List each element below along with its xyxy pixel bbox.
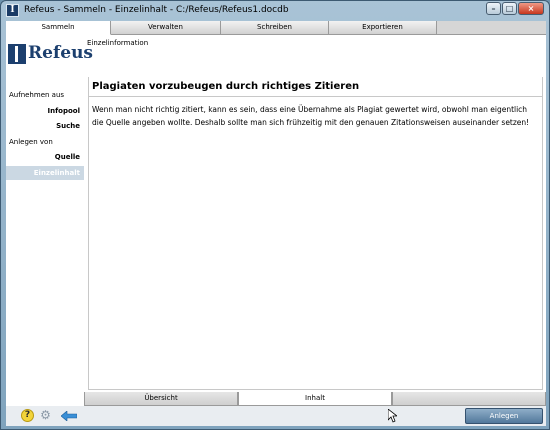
sidebar-item-infopool[interactable]: Infopool	[6, 104, 84, 118]
help-icon[interactable]: ?	[21, 409, 34, 422]
back-arrow-icon[interactable]	[61, 411, 77, 421]
app-window: I Refeus - Sammeln - Einzelinhalt - C:/R…	[0, 0, 550, 430]
anlegen-button[interactable]: Anlegen	[465, 408, 543, 424]
refeus-logo: Refeus	[8, 43, 93, 65]
content-body-text: Wenn man nicht richtig zitiert, kann es …	[92, 105, 530, 127]
close-button[interactable]: ×	[518, 2, 544, 15]
sidebar-item-einzelinhalt[interactable]: Einzelinhalt	[6, 166, 84, 180]
window-title: Refeus - Sammeln - Einzelinhalt - C:/Ref…	[24, 5, 289, 15]
sidebar: Refeus Aufnehmen aus Infopool Suche Anle…	[6, 35, 93, 426]
sidebar-item-quelle[interactable]: Quelle	[6, 150, 84, 164]
tab-schreiben[interactable]: Schreiben	[221, 21, 329, 35]
refeus-logo-icon	[8, 44, 26, 64]
footer-bar: ? ⚙ Anlegen	[6, 406, 546, 426]
mouse-cursor-icon	[388, 409, 397, 423]
tab-inhalt[interactable]: Inhalt	[238, 392, 392, 406]
tab-empty[interactable]	[392, 392, 546, 406]
tab-uebersicht[interactable]: Übersicht	[84, 392, 238, 406]
heading-bar: Plagiaten vorzubeugen durch richtiges Zi…	[88, 77, 543, 97]
title-bar[interactable]: I Refeus - Sammeln - Einzelinhalt - C:/R…	[1, 1, 549, 21]
tab-exportieren[interactable]: Exportieren	[329, 21, 437, 35]
tab-verwalten[interactable]: Verwalten	[111, 21, 221, 35]
minimize-button[interactable]: –	[486, 2, 501, 15]
app-icon: I	[6, 4, 19, 17]
logo-text: Refeus	[28, 43, 94, 63]
sidebar-heading-anlegen: Anlegen von	[9, 138, 53, 146]
page-title: Plagiaten vorzubeugen durch richtiges Zi…	[92, 81, 360, 92]
window-controls: – □ ×	[486, 2, 544, 15]
breadcrumb: Einzelinformation	[87, 39, 149, 47]
gear-icon[interactable]: ⚙	[39, 409, 52, 422]
main-tabs: Sammeln Verwalten Schreiben Exportieren	[6, 21, 546, 35]
sidebar-item-suche[interactable]: Suche	[6, 119, 84, 133]
close-icon: ×	[527, 4, 535, 13]
tab-strip-filler	[437, 21, 546, 35]
maximize-icon: □	[505, 4, 514, 13]
tab-sammeln[interactable]: Sammeln	[6, 21, 111, 35]
sidebar-heading-aufnehmen: Aufnehmen aus	[9, 91, 65, 99]
bottom-tabs: Übersicht Inhalt	[84, 392, 546, 406]
maximize-button[interactable]: □	[502, 2, 517, 15]
client-area: Sammeln Verwalten Schreiben Exportieren …	[6, 21, 546, 426]
minimize-icon: –	[491, 4, 496, 13]
